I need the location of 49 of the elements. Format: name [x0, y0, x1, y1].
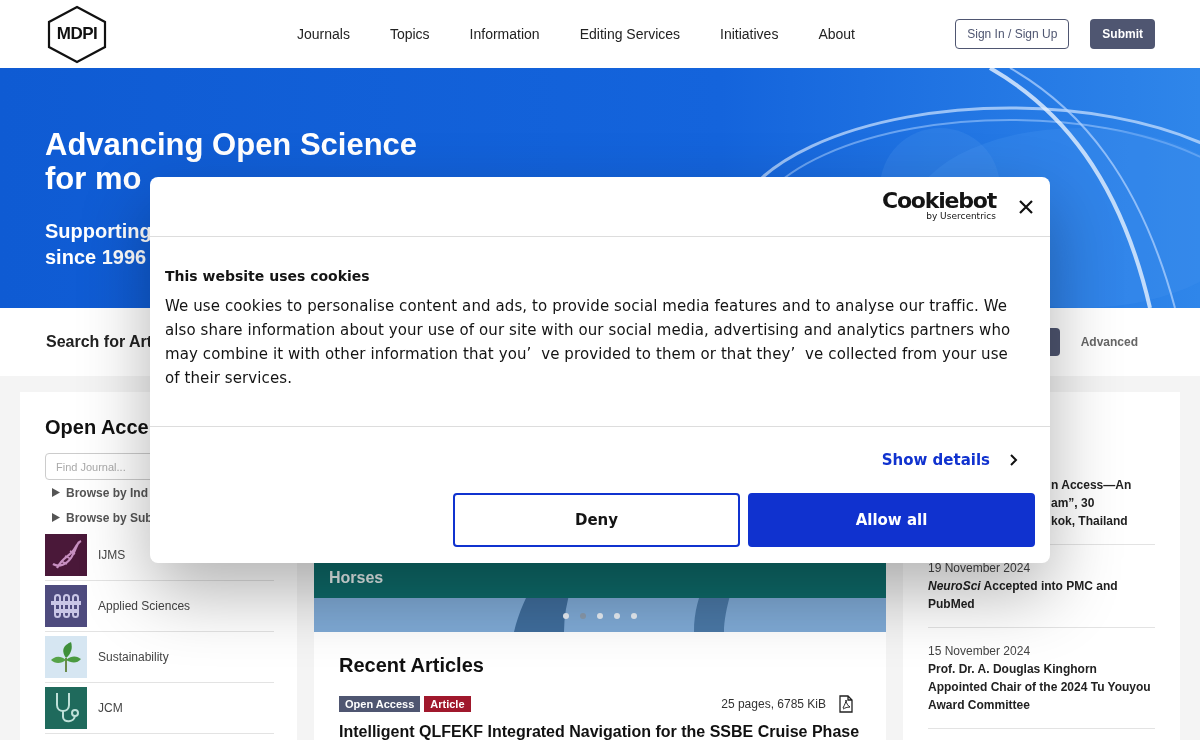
- triangle-icon: [52, 513, 60, 522]
- journal-link[interactable]: Sustainability: [98, 650, 169, 664]
- dialog-text: We use cookies to personalise content and ads, to provide social media features and to analyse our traffic. We also share information about your use of our site with our social media, advertising and analytics partners who may combine it with other information that you’ ve provided to them or that they’ ve collected from your use of their services.: [165, 296, 1012, 389]
- journal-link[interactable]: Applied Sciences: [98, 599, 191, 613]
- journal-link[interactable]: IJMS: [98, 548, 126, 562]
- hero-title-line: for mo: [45, 162, 142, 196]
- show-details-link[interactable]: Show details: [165, 451, 1018, 469]
- triangle-icon: [52, 488, 60, 497]
- carousel-dot[interactable]: [580, 613, 586, 619]
- slide-caption[interactable]: Horses: [329, 569, 384, 587]
- carousel-dot[interactable]: [614, 613, 620, 619]
- panel-title: Open Acce: [45, 416, 150, 439]
- nav-link[interactable]: Editing Services: [579, 26, 681, 42]
- nav-link[interactable]: About: [818, 26, 855, 42]
- news-text-line: kok, Thailand: [1051, 513, 1129, 530]
- carousel-dot[interactable]: [597, 613, 603, 619]
- pdf-icon: [839, 695, 853, 713]
- section-title: Recent Articles: [339, 654, 485, 677]
- hero-subtitle-line: Supporting: [45, 219, 153, 244]
- nav-link[interactable]: Journals: [297, 26, 350, 42]
- nav-link[interactable]: Information: [469, 26, 540, 42]
- article-tag: Open Access: [339, 696, 421, 712]
- news-text-line: n Access—An: [1051, 477, 1133, 494]
- cookiebot-logo: Cookiebot by Usercentrics: [881, 191, 996, 222]
- dialog-title: This website uses cookies: [165, 268, 371, 284]
- hero-subtitle-line: since 1996: [45, 245, 148, 270]
- mdpi-logo[interactable]: MDPI: [45, 4, 109, 64]
- advanced-search-link[interactable]: Advanced: [1080, 335, 1138, 349]
- article-meta: 25 pages, 6785 KiB: [721, 697, 826, 711]
- deny-button[interactable]: Deny: [453, 493, 740, 547]
- carousel-dot[interactable]: [631, 613, 637, 619]
- close-icon: [1018, 198, 1034, 215]
- nav-link[interactable]: Topics: [389, 26, 430, 42]
- carousel-dot[interactable]: [563, 613, 569, 619]
- allow-all-button[interactable]: Allow all: [748, 493, 1035, 547]
- nav-link[interactable]: Initiatives: [720, 26, 779, 42]
- news-text-line: am”, 30: [1051, 495, 1096, 512]
- browse-link[interactable]: Browse by Ind: [66, 485, 148, 500]
- journal-link[interactable]: JCM: [98, 701, 123, 715]
- submit-button[interactable]: Submit: [1090, 19, 1155, 49]
- news-link[interactable]: Prof. Dr. A. Douglas Kinghorn Appointed Chair of the 2024 Tu Youyou Award Committee: [928, 660, 1155, 714]
- chevron-right-icon: [1009, 454, 1018, 466]
- sign-in-button[interactable]: Sign In / Sign Up: [955, 19, 1070, 49]
- article-tag: Article: [424, 696, 471, 712]
- news-date: 19 November 2024: [928, 560, 1032, 577]
- news-date: 15 November 2024: [928, 643, 1032, 660]
- news-link[interactable]: NeuroSci Accepted into PMC and PubMed: [928, 577, 1155, 613]
- hero-title-line: Advancing Open Science: [45, 128, 419, 162]
- article-title-link[interactable]: Intelligent QLFEKF Integrated Navigation for the SSBE Cruise Phase: [339, 723, 861, 740]
